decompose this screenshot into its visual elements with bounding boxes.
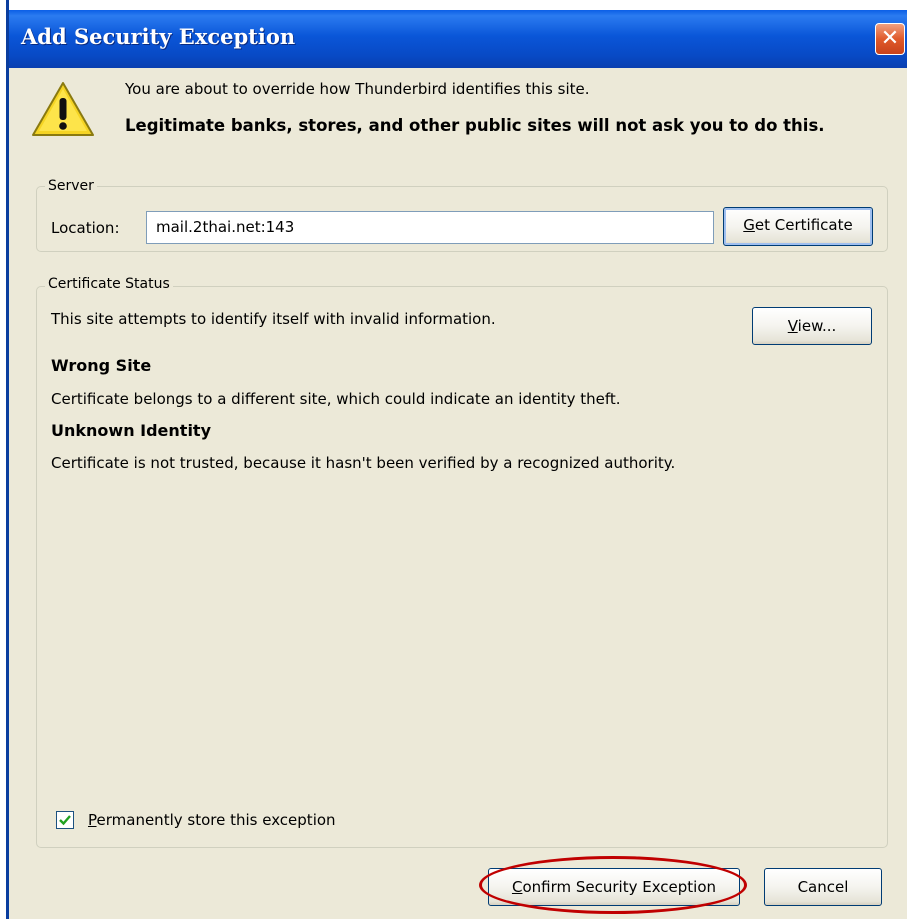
desktop-edge: [0, 0, 9, 919]
checkmark-icon: [59, 815, 71, 826]
location-input[interactable]: mail.2thai.net:143: [146, 211, 714, 244]
permanent-accesskey: P: [88, 811, 97, 829]
close-icon: ✕: [880, 26, 900, 51]
warning-icon: [32, 82, 94, 136]
add-security-exception-dialog: Add Security Exception ✕ You are about t…: [9, 10, 907, 919]
title-bar[interactable]: Add Security Exception ✕: [9, 10, 907, 68]
view-label: iew...: [797, 317, 837, 335]
unknown-identity-description: Certificate is not trusted, because it h…: [51, 454, 676, 472]
get-certificate-label: et Certificate: [754, 216, 853, 234]
dialog-title: Add Security Exception: [21, 24, 296, 49]
location-label: Location:: [51, 219, 120, 237]
wrong-site-description: Certificate belongs to a different site,…: [51, 390, 621, 408]
close-button[interactable]: ✕: [875, 23, 905, 55]
cancel-button[interactable]: Cancel: [764, 868, 882, 906]
get-certificate-button[interactable]: Get Certificate: [723, 207, 873, 246]
certificate-status-groupbox: [36, 286, 888, 848]
unknown-identity-heading: Unknown Identity: [51, 421, 212, 440]
confirm-accesskey: C: [511, 878, 523, 896]
wrong-site-heading: Wrong Site: [51, 356, 152, 375]
view-button[interactable]: View...: [752, 307, 872, 345]
certificate-status-legend: Certificate Status: [45, 276, 173, 292]
server-legend: Server: [45, 178, 97, 194]
permanent-store-label[interactable]: Permanently store this exception: [88, 811, 336, 829]
permanent-store-checkbox[interactable]: [56, 811, 74, 829]
warning-message: You are about to override how Thunderbir…: [125, 80, 590, 98]
warning-emphasis: Legitimate banks, stores, and other publ…: [125, 116, 825, 135]
view-accesskey: V: [787, 317, 798, 335]
certificate-status-summary: This site attempts to identify itself wi…: [51, 310, 496, 328]
confirm-security-exception-button[interactable]: Confirm Security Exception: [488, 868, 740, 906]
permanent-label-text: ermanently store this exception: [96, 811, 336, 829]
confirm-label: onfirm Security Exception: [522, 878, 717, 896]
get-certificate-accesskey: G: [743, 216, 755, 234]
